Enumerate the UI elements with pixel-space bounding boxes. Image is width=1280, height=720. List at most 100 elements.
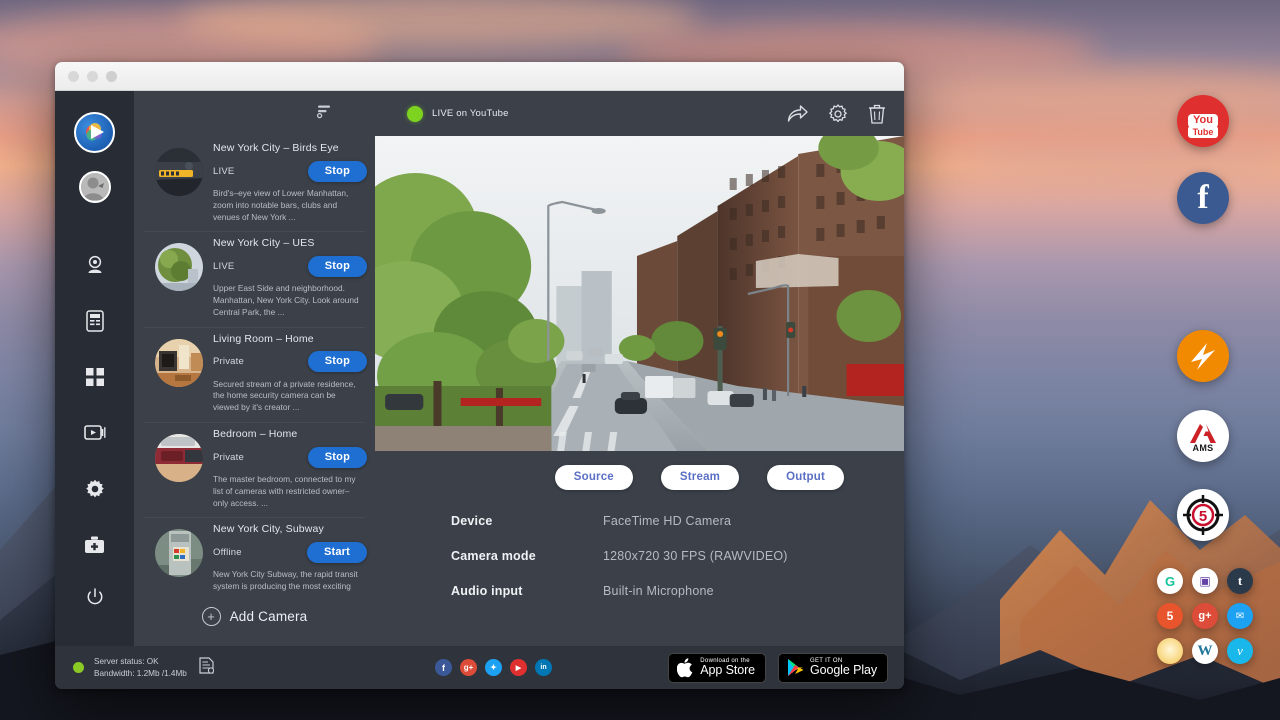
google-play-button[interactable]: GET IT ON Google Play (778, 653, 888, 683)
twitter-share-icon[interactable]: ✦ (485, 659, 502, 676)
tab-source[interactable]: Source (555, 465, 633, 490)
play-logo-icon (74, 112, 115, 153)
settings-tabs: Source Stream Output (375, 451, 904, 490)
camera-action-button[interactable]: Stop (308, 161, 367, 182)
server-status-text: Server status: OK Bandwidth: 1.2Mb /1.4M… (94, 656, 187, 680)
camera-description: The master bedroom, connected to my list… (213, 474, 367, 509)
avatar-icon (79, 171, 111, 203)
property-value[interactable]: FaceTime HD Camera (603, 514, 731, 528)
sort-settings-icon[interactable] (316, 103, 332, 124)
property-value[interactable]: 1280x720 30 FPS (RAWVIDEO) (603, 549, 788, 563)
wordpress-launcher[interactable]: W (1192, 638, 1218, 664)
camera-state: Offline (213, 547, 242, 558)
window-close-button[interactable] (68, 71, 79, 82)
camera-list-panel: New York City – Birds Eye LIVE Stop Bird… (134, 91, 375, 646)
video-monitor-icon (84, 424, 106, 442)
youtube-launcher[interactable]: You (1177, 95, 1229, 147)
sidebar-item-cameras[interactable] (78, 248, 112, 282)
google-play-big-label: Google Play (810, 664, 877, 677)
youtube-share-icon[interactable]: ▶ (510, 659, 527, 676)
google-plus-launcher[interactable]: g+ (1192, 603, 1218, 629)
sidebar-item-power[interactable] (78, 580, 112, 614)
five-small-launcher[interactable]: 5 (1157, 603, 1183, 629)
status-bar: Server status: OK Bandwidth: 1.2Mb /1.4M… (55, 646, 904, 689)
trash-icon[interactable] (868, 104, 886, 124)
camera-description: Upper East Side and neighborhood. Manhat… (213, 283, 367, 318)
camera-action-button[interactable]: Start (307, 542, 367, 563)
property-value[interactable]: Built-in Microphone (603, 584, 714, 598)
sidebar-item-app-logo[interactable] (72, 109, 118, 155)
add-camera-button[interactable]: + Add Camera (134, 591, 375, 646)
camera-state: Private (213, 356, 244, 367)
facebook-share-icon[interactable]: f (435, 659, 452, 676)
property-row-camera-mode: Camera mode 1280x720 30 FPS (RAWVIDEO) (451, 549, 904, 584)
property-label: Audio input (451, 584, 603, 598)
five-launcher[interactable]: 5 (1177, 489, 1229, 541)
camera-title: New York City – Birds Eye (213, 142, 367, 154)
power-icon (86, 588, 104, 606)
tumblr-launcher[interactable]: t (1227, 568, 1253, 594)
tab-output[interactable]: Output (767, 465, 844, 490)
list-item[interactable]: New York City – Birds Eye LIVE Stop Bird… (134, 136, 375, 231)
camera-title: Living Room – Home (213, 333, 367, 345)
camera-thumbnail (155, 529, 203, 577)
list-item[interactable]: New York City – UES LIVE Stop Upper East… (134, 231, 375, 326)
camera-thumbnail (155, 434, 203, 482)
server-status-dot (73, 662, 84, 673)
wowza-launcher[interactable] (1177, 330, 1229, 382)
sidebar-item-broadcast[interactable] (78, 416, 112, 450)
camera-title: Bedroom – Home (213, 428, 367, 440)
camera-action-button[interactable]: Stop (308, 351, 367, 372)
sidebar-item-settings[interactable] (78, 472, 112, 506)
apple-icon (677, 658, 694, 678)
twitch-launcher[interactable]: ▣ (1192, 568, 1218, 594)
property-row-audio-input: Audio input Built-in Microphone (451, 584, 904, 619)
facebook-launcher[interactable]: f (1177, 172, 1229, 224)
camera-state: Private (213, 452, 244, 463)
live-status-label: LIVE on YouTube (432, 108, 509, 119)
gear-icon[interactable] (828, 104, 848, 124)
log-document-icon[interactable] (199, 657, 214, 679)
sidebar-item-user-avatar[interactable] (78, 170, 112, 204)
video-preview[interactable] (375, 136, 904, 451)
play-triangle-icon (787, 658, 804, 677)
window-zoom-button[interactable] (106, 71, 117, 82)
app-window: New York City – Birds Eye LIVE Stop Bird… (55, 62, 904, 689)
grammarly-launcher[interactable]: G (1157, 568, 1183, 594)
list-item[interactable]: Living Room – Home Private Stop Secured … (134, 327, 375, 422)
tab-stream[interactable]: Stream (661, 465, 739, 490)
sidebar-item-support[interactable] (78, 528, 112, 562)
flare-launcher[interactable] (1157, 638, 1183, 664)
app-store-button[interactable]: Download on the App Store (668, 653, 766, 683)
twitter-launcher[interactable]: ✉ (1227, 603, 1253, 629)
app-store-big-label: App Store (700, 664, 755, 677)
camera-thumbnail (155, 148, 203, 196)
camera-title: New York City, Subway (213, 523, 367, 535)
mobile-device-icon (86, 310, 104, 332)
share-icon[interactable] (787, 104, 808, 123)
svg-text:5: 5 (1199, 508, 1207, 525)
camera-action-button[interactable]: Stop (308, 256, 367, 277)
add-camera-label: Add Camera (230, 609, 308, 624)
main-toolbar: LIVE on YouTube (375, 91, 904, 136)
main-panel: LIVE on YouTube (375, 91, 904, 646)
camera-list: New York City – Birds Eye LIVE Stop Bird… (134, 136, 375, 591)
window-minimize-button[interactable] (87, 71, 98, 82)
sidebar-item-dashboard[interactable] (78, 360, 112, 394)
list-item[interactable]: New York City, Subway Offline Start New … (134, 517, 375, 591)
camera-action-button[interactable]: Stop (308, 447, 367, 468)
adobe-ams-launcher[interactable]: AMS (1177, 410, 1229, 462)
source-properties: Device FaceTime HD Camera Camera mode 12… (375, 490, 904, 619)
camera-description: New York City Subway, the rapid transit … (213, 569, 367, 591)
sidebar-rail (55, 91, 134, 646)
linkedin-share-icon[interactable]: in (535, 659, 552, 676)
vimeo-launcher[interactable]: v (1227, 638, 1253, 664)
camera-state: LIVE (213, 166, 234, 177)
sidebar-item-device[interactable] (78, 304, 112, 338)
window-titlebar (55, 62, 904, 91)
google-plus-share-icon[interactable]: g+ (460, 659, 477, 676)
list-item[interactable]: Bedroom – Home Private Stop The master b… (134, 422, 375, 517)
camera-thumbnail (155, 339, 203, 387)
plus-circle-icon: + (202, 607, 221, 626)
server-status-line: Server status: OK (94, 656, 187, 668)
